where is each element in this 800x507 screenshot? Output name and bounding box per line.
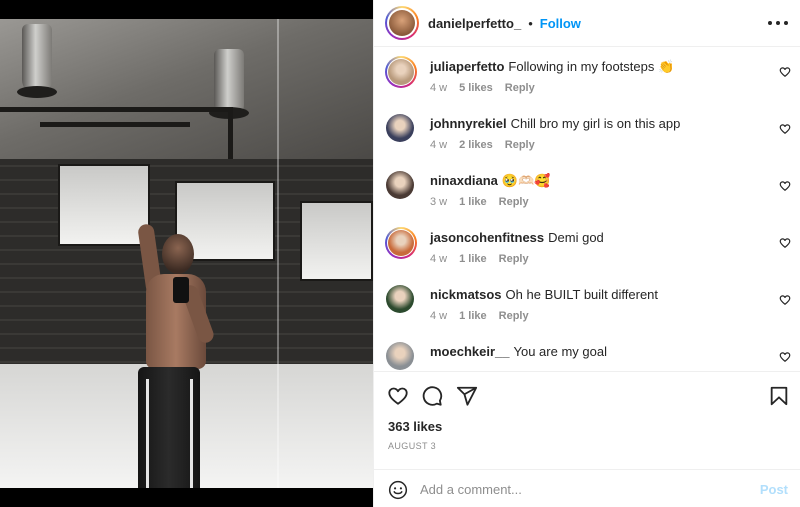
commenter-username[interactable]: jasoncohenfitness [430, 230, 544, 245]
emoji-smiley-icon[interactable] [388, 480, 408, 500]
commenter-avatar-image [386, 342, 414, 370]
action-bar [374, 371, 800, 418]
post-details-panel: danielperfetto_ • Follow juliaperfetto Fo… [373, 0, 800, 507]
comment-likes[interactable]: 1 like [459, 310, 487, 322]
comment-like-heart-icon[interactable] [779, 237, 791, 249]
comment-item: ninaxdiana 🥹🫶🏻🥰 3 w 1 like Reply [374, 163, 800, 220]
comment-item: nickmatsos Oh he BUILT built different 4 w… [374, 277, 800, 334]
photo-phone [173, 277, 189, 303]
commenter-avatar[interactable] [386, 114, 416, 144]
comment-body: Demi god [548, 230, 604, 245]
comment-like-heart-icon[interactable] [779, 351, 791, 363]
comment-input[interactable] [420, 478, 740, 500]
comment-like-heart-icon[interactable] [779, 123, 791, 135]
comment-item: moechkeir__ You are my goal [374, 334, 800, 371]
post-comment-button[interactable]: Post [760, 482, 788, 497]
comment-body: 🥹🫶🏻🥰 [501, 173, 551, 188]
comment-likes[interactable]: 2 likes [459, 139, 493, 151]
commenter-avatar[interactable] [386, 171, 416, 201]
comment-like-heart-icon[interactable] [779, 180, 791, 192]
comments-list[interactable]: juliaperfetto Following in my footsteps 👏… [374, 48, 800, 371]
photo-pants-stripe [190, 379, 193, 488]
comment-reply-button[interactable]: Reply [499, 253, 529, 265]
comment-age[interactable]: 3 w [430, 196, 447, 208]
comment-text-line: ninaxdiana 🥹🫶🏻🥰 [430, 173, 550, 189]
bookmark-save-icon[interactable] [768, 385, 790, 407]
comment-bubble-icon[interactable] [421, 385, 443, 407]
comment-reply-button[interactable]: Reply [499, 310, 529, 322]
comment-age[interactable]: 4 w [430, 253, 447, 265]
comment-likes[interactable]: 1 like [459, 253, 487, 265]
photo-vent-cap [17, 86, 57, 98]
comment-meta: 3 w 1 like Reply [430, 196, 529, 208]
comment-body: You are my goal [513, 344, 607, 359]
share-send-icon[interactable] [456, 385, 478, 407]
commenter-username[interactable]: juliaperfetto [430, 59, 504, 74]
author-avatar[interactable] [385, 6, 419, 40]
comment-body: Following in my footsteps 👏 [508, 59, 675, 74]
photo-mirror [300, 201, 373, 281]
commenter-avatar-image [386, 171, 414, 199]
comment-reply-button[interactable]: Reply [505, 139, 535, 151]
comment-item: juliaperfetto Following in my footsteps 👏… [374, 49, 800, 106]
photo-ceiling [0, 19, 373, 159]
photo-pipe [0, 107, 230, 112]
photo-mirror [58, 164, 150, 246]
comment-meta: 4 w 2 likes Reply [430, 139, 535, 151]
comment-item: johnnyrekiel Chill bro my girl is on this… [374, 106, 800, 163]
commenter-username[interactable]: moechkeir__ [430, 344, 510, 359]
commenter-avatar[interactable] [386, 285, 416, 315]
photo-vent-duct [22, 24, 52, 94]
comment-likes[interactable]: 5 likes [459, 82, 493, 94]
photo-pipe [40, 122, 190, 127]
commenter-username[interactable]: johnnyrekiel [430, 116, 507, 131]
comment-text-line: nickmatsos Oh he BUILT built different [430, 287, 658, 303]
comment-reply-button[interactable]: Reply [499, 196, 529, 208]
comment-like-heart-icon[interactable] [779, 66, 791, 78]
post-photo-pane [0, 0, 373, 507]
comment-text-line: juliaperfetto Following in my footsteps 👏 [430, 59, 674, 75]
commenter-avatar[interactable] [385, 227, 417, 259]
comment-age[interactable]: 4 w [430, 82, 447, 94]
comment-text-line: moechkeir__ You are my goal [430, 344, 607, 360]
photo-pipe [228, 107, 233, 162]
comment-meta: 4 w 1 like Reply [430, 253, 529, 265]
photo-pants-stripe [146, 379, 149, 488]
post-header: danielperfetto_ • Follow [374, 0, 800, 47]
author-username[interactable]: danielperfetto_ [428, 16, 521, 31]
comment-likes[interactable]: 1 like [459, 196, 487, 208]
comment-item: jasoncohenfitness Demi god 4 w 1 like Reply [374, 220, 800, 277]
comment-like-heart-icon[interactable] [779, 294, 791, 306]
header-separator: • [528, 15, 533, 31]
likes-count[interactable]: 363 likes [388, 419, 442, 434]
commenter-username[interactable]: nickmatsos [430, 287, 502, 302]
comment-age[interactable]: 4 w [430, 310, 447, 322]
comment-meta: 4 w 1 like Reply [430, 310, 529, 322]
commenter-username[interactable]: ninaxdiana [430, 173, 498, 188]
commenter-avatar[interactable] [386, 342, 416, 371]
more-horizontal-icon[interactable] [768, 14, 788, 32]
comment-body: Chill bro my girl is on this app [510, 116, 681, 131]
comment-meta: 4 w 5 likes Reply [430, 82, 535, 94]
comment-age[interactable]: 4 w [430, 139, 447, 151]
like-heart-icon[interactable] [387, 385, 409, 407]
photo-mirror-seam [277, 19, 279, 488]
follow-button[interactable]: Follow [540, 16, 581, 31]
post-photo[interactable] [0, 19, 373, 488]
commenter-avatar-image [388, 59, 414, 85]
post-date[interactable]: AUGUST 3 [388, 441, 436, 451]
comment-text-line: johnnyrekiel Chill bro my girl is on this… [430, 116, 680, 132]
comment-reply-button[interactable]: Reply [505, 82, 535, 94]
commenter-avatar-image [386, 114, 414, 142]
author-avatar-image [389, 10, 415, 36]
commenter-avatar[interactable] [385, 56, 417, 88]
photo-person-head [162, 234, 194, 274]
commenter-avatar-image [386, 285, 414, 313]
commenter-avatar-image [388, 230, 414, 256]
comment-body: Oh he BUILT built different [505, 287, 659, 302]
add-comment-bar: Post [374, 469, 800, 507]
comment-text-line: jasoncohenfitness Demi god [430, 230, 604, 246]
